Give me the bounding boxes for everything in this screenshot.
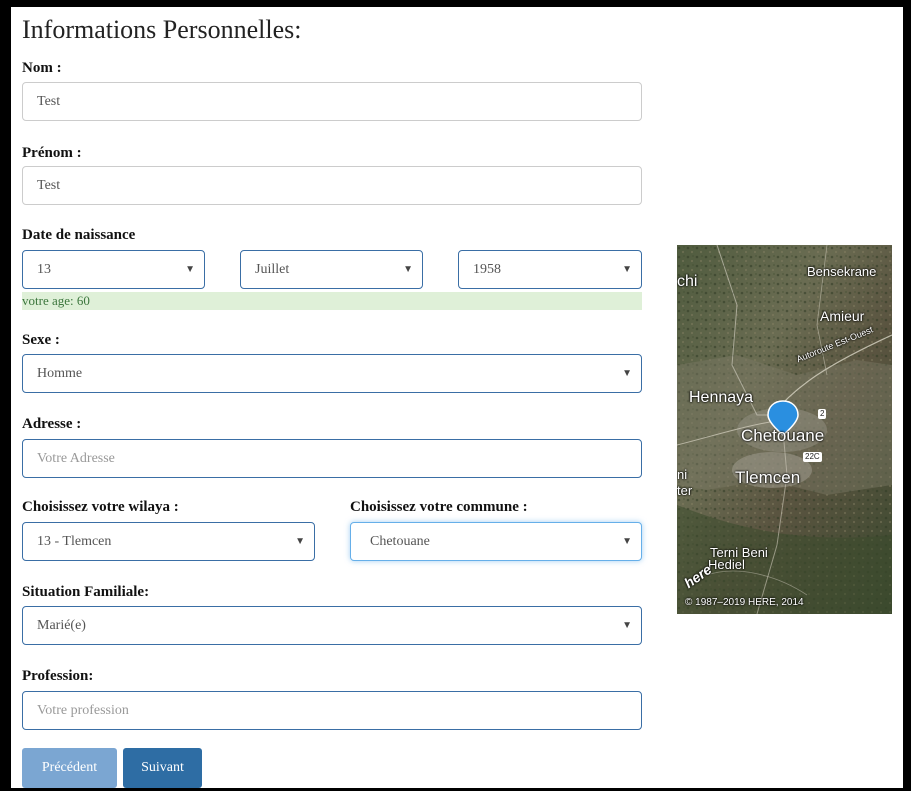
situation-label: Situation Familiale:: [22, 584, 150, 600]
adresse-input[interactable]: Votre Adresse: [22, 439, 642, 478]
caret-down-icon: ▼: [622, 264, 632, 275]
dob-day-select[interactable]: 13 ▼: [22, 250, 205, 289]
caret-down-icon: ▼: [403, 264, 413, 275]
wilaya-label: Choisissez votre wilaya :: [22, 499, 179, 515]
sexe-select[interactable]: Homme ▼: [22, 354, 642, 393]
dob-year-value: 1958: [473, 262, 501, 277]
profession-label: Profession:: [22, 668, 94, 684]
dob-day-value: 13: [37, 262, 51, 277]
road-shield-2: 2: [818, 409, 827, 419]
profession-input[interactable]: Votre profession: [22, 691, 642, 730]
sexe-label: Sexe :: [22, 332, 60, 348]
map-label-chi: chi: [677, 273, 698, 290]
road-shield-22c: 22C: [803, 452, 822, 462]
prenom-input[interactable]: Test: [22, 166, 642, 205]
commune-value: Chetouane: [370, 534, 430, 549]
map-label-chetouane: Chetouane: [741, 426, 825, 445]
age-notice: votre age: 60: [22, 292, 642, 310]
dob-label: Date de naissance: [22, 227, 136, 243]
next-button[interactable]: Suivant: [123, 748, 202, 788]
adresse-label: Adresse :: [22, 416, 82, 432]
dob-month-select[interactable]: Juillet ▼: [240, 250, 423, 289]
caret-down-icon: ▼: [622, 620, 632, 631]
map-label-ni: ni: [677, 467, 688, 482]
prenom-label: Prénom :: [22, 145, 82, 161]
map-label-tlemcen: Tlemcen: [735, 468, 801, 487]
map-label-hediel: Hediel: [708, 557, 745, 572]
page-title: Informations Personnelles:: [22, 15, 302, 44]
map-copyright: © 1987–2019 HERE, 2014: [685, 597, 804, 608]
form-page: Informations Personnelles: Nom : Test Pr…: [11, 7, 903, 788]
previous-button[interactable]: Précédent: [22, 748, 117, 788]
commune-select[interactable]: Chetouane ▼: [350, 522, 642, 561]
commune-label: Choisissez votre commune :: [350, 499, 528, 515]
nom-input[interactable]: Test: [22, 82, 642, 121]
sexe-value: Homme: [37, 366, 83, 381]
location-map[interactable]: Bensekrane chi Amieur Autoroute Est-Oues…: [677, 245, 892, 614]
map-label-amieur: Amieur: [820, 308, 865, 324]
caret-down-icon: ▼: [622, 536, 632, 547]
caret-down-icon: ▼: [622, 368, 632, 379]
map-label-ter: ter: [677, 483, 693, 498]
situation-select[interactable]: Marié(e) ▼: [22, 606, 642, 645]
dob-month-value: Juillet: [255, 262, 290, 277]
map-label-hennaya: Hennaya: [689, 389, 754, 406]
map-label-bensekrane: Bensekrane: [807, 264, 877, 279]
situation-value: Marié(e): [37, 618, 86, 633]
nom-label: Nom :: [22, 60, 62, 76]
caret-down-icon: ▼: [185, 264, 195, 275]
dob-year-select[interactable]: 1958 ▼: [458, 250, 642, 289]
wilaya-select[interactable]: 13 - Tlemcen ▼: [22, 522, 315, 561]
wilaya-value: 13 - Tlemcen: [37, 534, 112, 549]
caret-down-icon: ▼: [295, 536, 305, 547]
